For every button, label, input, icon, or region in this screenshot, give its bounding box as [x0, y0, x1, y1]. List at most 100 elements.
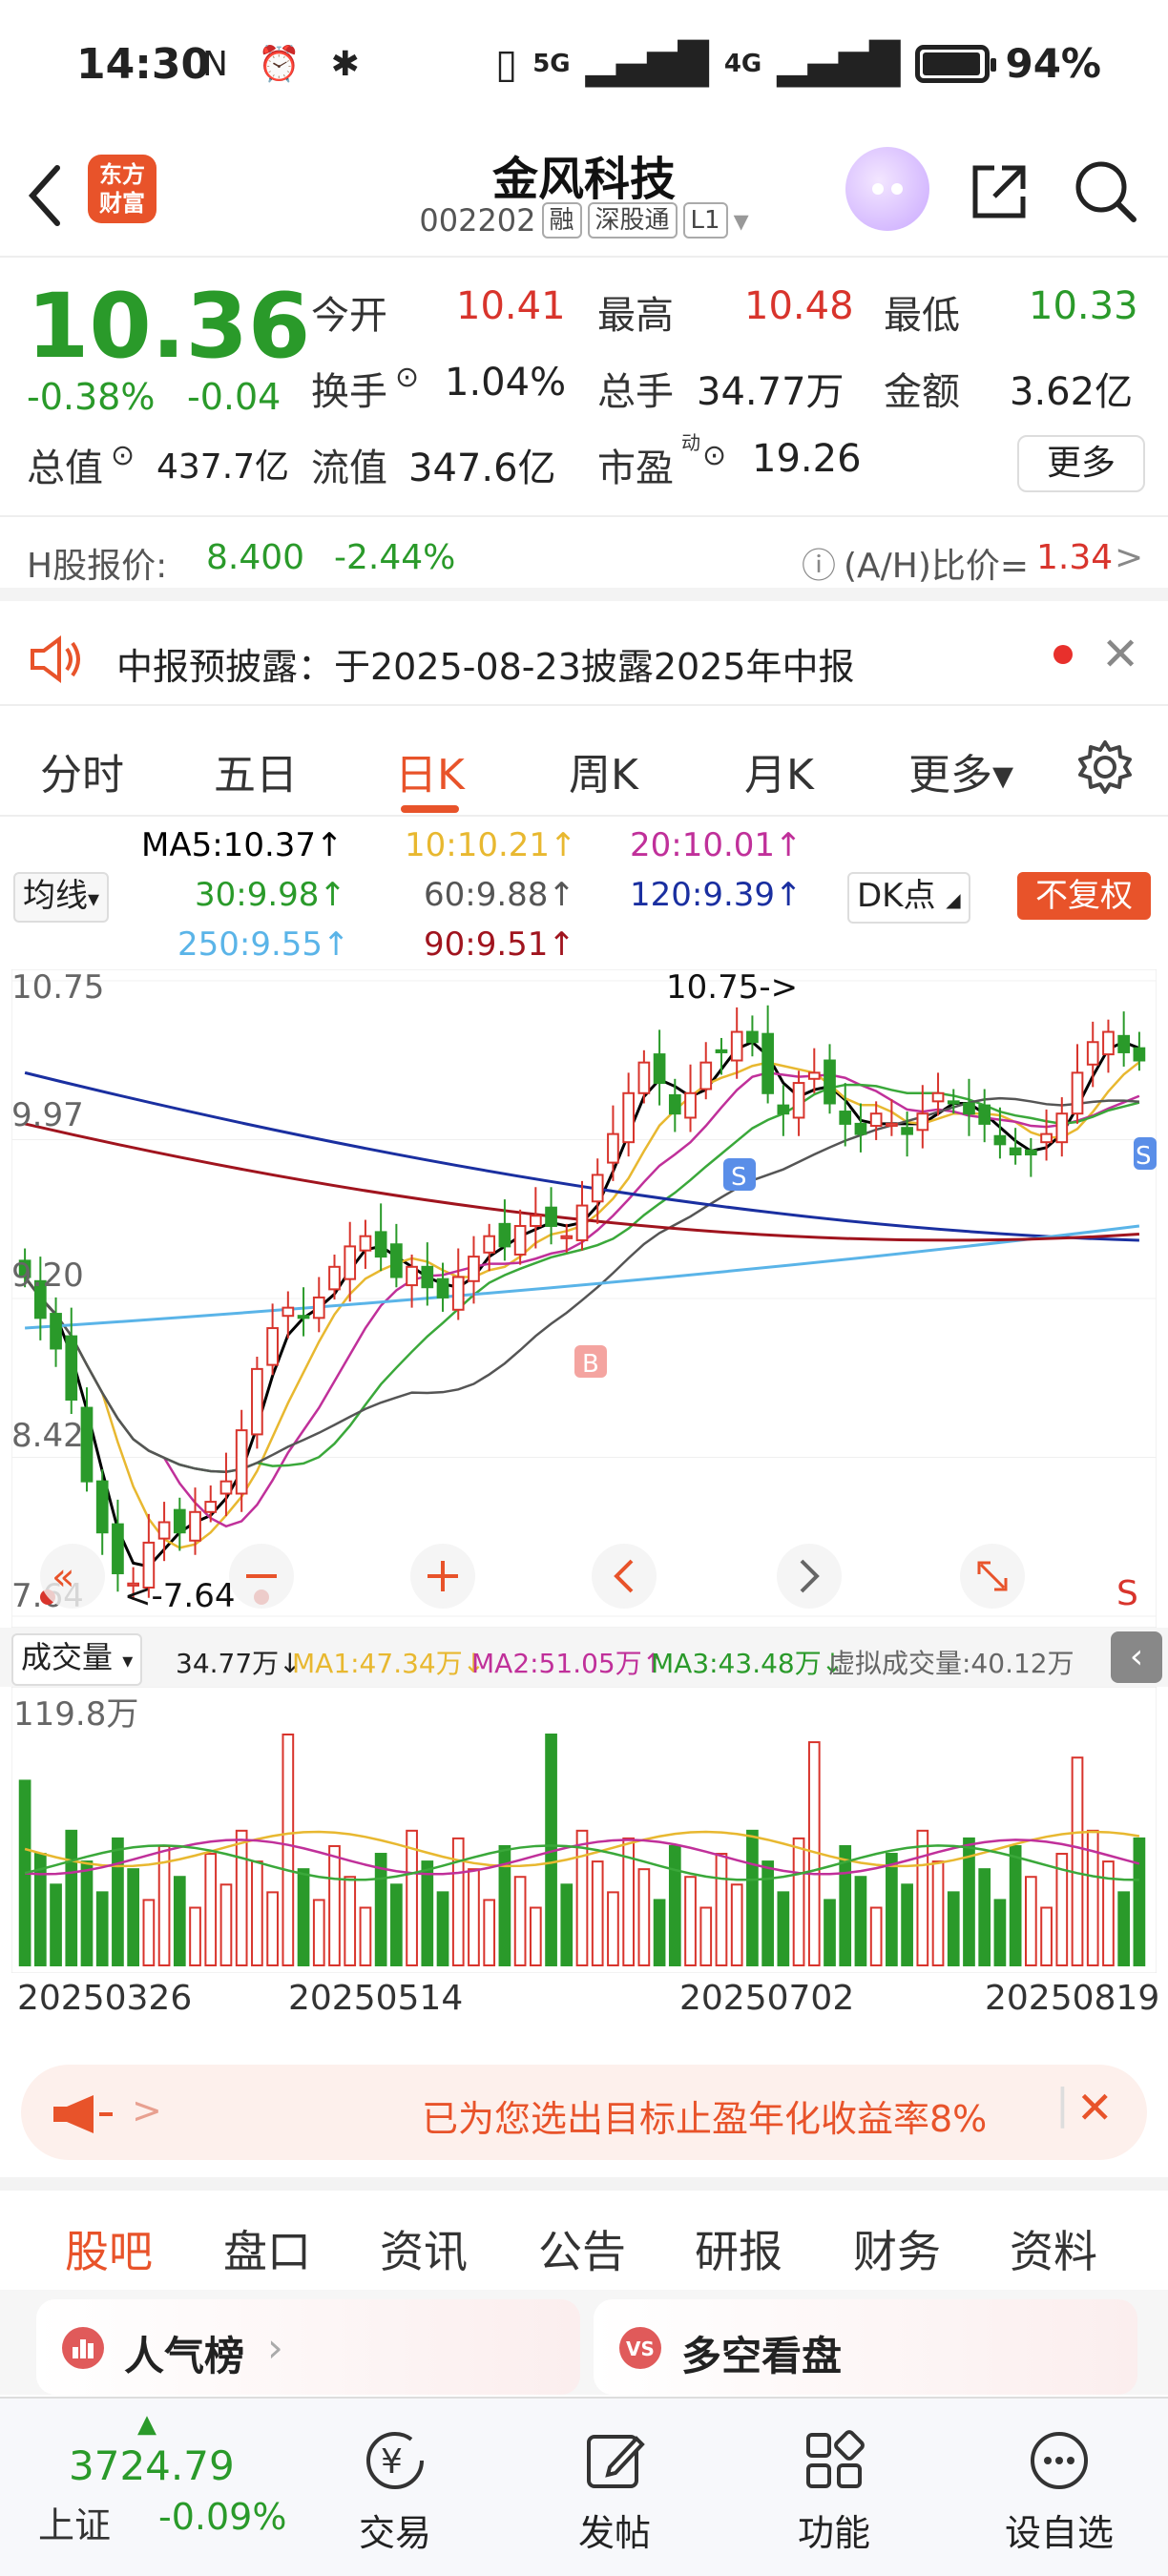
float-value: 347.6亿 — [408, 447, 556, 490]
volume-bar — [792, 1837, 805, 1966]
index-ticker[interactable]: ▲ 3724.79 上证 -0.09% — [19, 2408, 305, 2570]
volume-bar — [142, 1899, 156, 1966]
dropdown-icon[interactable]: ▾ — [734, 202, 749, 239]
bull-bear-card[interactable]: VS 多空看盘 — [594, 2299, 1137, 2395]
nav-add-watchlist[interactable]: 设自选 — [983, 2418, 1136, 2556]
hshare-price: 8.400 — [206, 538, 305, 577]
prev-button[interactable] — [592, 1544, 657, 1609]
tab-daily-k[interactable]: 日K — [395, 740, 465, 813]
kline-chart[interactable]: 10.75 9.97 9.20 8.42 7.64 10.75-> <-7.64… — [11, 969, 1157, 1628]
pe-info-icon[interactable]: ⊙ — [702, 439, 726, 472]
dk-label: DK点 — [857, 877, 936, 915]
volume-bar — [406, 1829, 418, 1966]
notice-text: 中报预披露：于2025-08-23披露2025年中报 — [116, 646, 855, 688]
svg-text:«: « — [52, 1555, 74, 1599]
high-label: 最高 — [597, 294, 674, 338]
search-icon[interactable] — [1073, 158, 1139, 225]
battery-icon — [915, 44, 997, 83]
volume-bar — [235, 1829, 248, 1966]
tab-finance[interactable]: 财务 — [853, 2217, 941, 2280]
volume-bar — [978, 1868, 991, 1967]
collapse-panel-button[interactable]: ‹ — [1111, 1631, 1162, 1683]
nav-functions[interactable]: 功能 — [758, 2418, 910, 2556]
assistant-robot-icon[interactable] — [845, 147, 929, 231]
volume-bar — [529, 1906, 542, 1966]
turnover-info-icon[interactable]: ⊙ — [395, 361, 419, 394]
nav-post[interactable]: 发帖 — [538, 2418, 691, 2556]
tab-announcements[interactable]: 公告 — [538, 2217, 626, 2280]
svg-text:VS: VS — [626, 2337, 655, 2360]
volume-bar — [869, 1906, 883, 1966]
candle — [312, 1296, 325, 1319]
tab-intraday[interactable]: 分时 — [40, 740, 124, 801]
more-quote-button[interactable]: 更多 — [1017, 435, 1145, 492]
y-tick-3: 8.42 — [11, 1417, 84, 1455]
help-icon[interactable]: ⓘ — [802, 538, 836, 588]
nav-trade[interactable]: ¥ 交易 — [319, 2418, 471, 2556]
candle — [436, 1278, 449, 1298]
candle — [1102, 1030, 1115, 1056]
next-button[interactable] — [777, 1544, 842, 1609]
promo-banner[interactable]: > 已为您选出目标止盈年化收益率8% | ✕ — [21, 2065, 1147, 2160]
adjust-type-button[interactable]: 不复权 — [1017, 872, 1151, 920]
volume-bar — [65, 1829, 78, 1966]
sell-signal-label: S — [1116, 1574, 1138, 1613]
candle — [157, 1521, 171, 1540]
volume-bar — [421, 1860, 434, 1967]
battery-percent: 94% — [1005, 40, 1101, 87]
indicator-select[interactable]: 成交量 ▾ — [11, 1633, 143, 1686]
volume-bar — [591, 1860, 604, 1967]
candle — [1009, 1147, 1022, 1156]
fullscreen-button[interactable] — [960, 1544, 1025, 1609]
candle — [421, 1265, 434, 1289]
nav-add-watchlist-label: 设自选 — [1004, 2512, 1114, 2554]
tab-monthly-k[interactable]: 月K — [744, 740, 814, 801]
zoom-in-button[interactable] — [410, 1544, 475, 1609]
tab-orderbook[interactable]: 盘口 — [223, 2217, 311, 2280]
hshare-bar[interactable]: H股报价: 8.400 -2.44% ⓘ (A/H)比价= 1.34 > — [0, 515, 1168, 601]
open-label: 今开 — [311, 294, 387, 338]
tab-research[interactable]: 研报 — [695, 2217, 782, 2280]
nav-post-label: 发帖 — [577, 2512, 651, 2554]
popularity-card[interactable]: 人气榜 › — [36, 2299, 580, 2395]
date-label-3: 20250819 — [985, 1979, 1160, 2018]
promo-close-icon[interactable]: ✕ — [1076, 2082, 1114, 2133]
ma20-legend: 20:10.01↑ — [630, 826, 803, 864]
dk-point-select[interactable]: DK点 ◢ — [847, 872, 970, 924]
volume-bar — [1009, 1844, 1022, 1966]
candle — [715, 1049, 728, 1053]
nav-functions-label: 功能 — [797, 2512, 870, 2554]
tab-news[interactable]: 资讯 — [380, 2217, 468, 2280]
signal-5g: 5G — [532, 49, 571, 78]
notice-bar[interactable]: 中报预披露：于2025-08-23披露2025年中报 ✕ — [0, 611, 1168, 706]
tab-five-day[interactable]: 五日 — [214, 740, 298, 801]
rewind-button[interactable]: « — [40, 1544, 105, 1609]
ah-ratio-label: (A/H)比价= — [844, 547, 1030, 586]
low-value: 10.33 — [1029, 284, 1138, 328]
volume-bar — [607, 1891, 619, 1966]
signal-bars-icon-2: ▂▄▆█ — [777, 40, 901, 87]
tab-profile[interactable]: 资料 — [1010, 2217, 1097, 2280]
settings-gear-icon[interactable] — [1076, 738, 1134, 796]
open-value: 10.41 — [456, 284, 566, 328]
volume-chart[interactable]: 119.8万 — [11, 1687, 1157, 1973]
close-icon[interactable]: ✕ — [1101, 628, 1139, 681]
tab-forum[interactable]: 股吧 — [65, 2217, 153, 2298]
zoom-out-button[interactable] — [229, 1544, 294, 1609]
volume-bar — [112, 1837, 124, 1966]
share-icon[interactable] — [968, 160, 1031, 223]
candle — [251, 1367, 263, 1436]
tab-more[interactable]: 更多▾ — [908, 740, 1013, 801]
mcap-info-icon[interactable]: ⊙ — [111, 439, 135, 472]
volume-bar — [95, 1891, 109, 1966]
high-value: 10.48 — [744, 284, 854, 328]
candle — [637, 1061, 651, 1094]
ma-type-select[interactable]: 均线▾ — [13, 872, 110, 923]
candle — [344, 1245, 357, 1280]
ma120-legend: 120:9.39↑ — [630, 876, 803, 914]
candle — [792, 1082, 805, 1119]
candle — [668, 1093, 681, 1115]
volume-bar — [993, 1899, 1007, 1966]
volume-bar — [344, 1876, 357, 1967]
tab-weekly-k[interactable]: 周K — [569, 740, 638, 801]
